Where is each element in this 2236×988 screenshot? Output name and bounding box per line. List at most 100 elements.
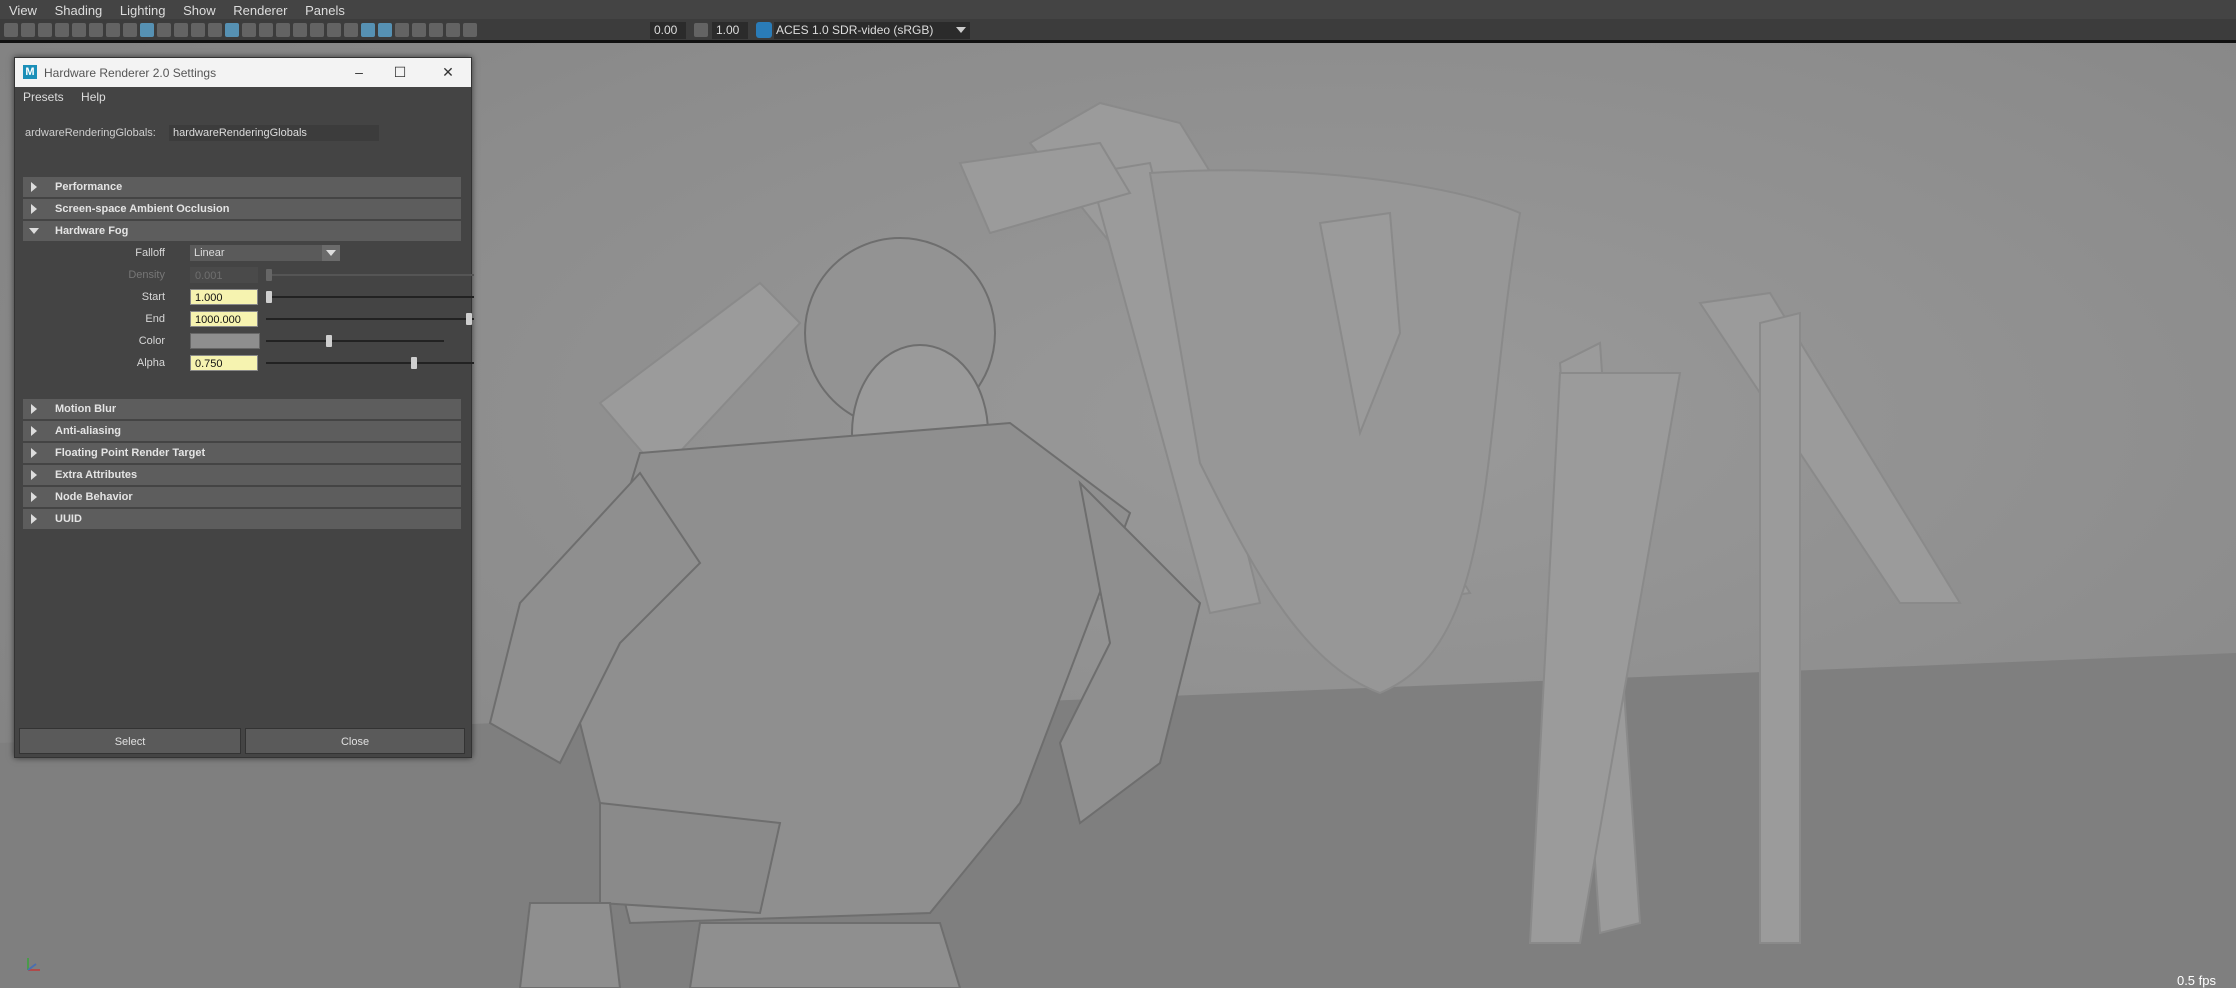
- section-uuid[interactable]: UUID: [23, 509, 461, 529]
- triangle-right-icon: [31, 514, 37, 524]
- wireframe-on-shaded-icon[interactable]: [259, 23, 273, 37]
- shadows-icon[interactable]: [310, 23, 324, 37]
- grease-pencil-icon[interactable]: [89, 23, 103, 37]
- menu-lighting[interactable]: Lighting: [111, 0, 166, 21]
- grid-icon[interactable]: [106, 23, 120, 37]
- close-icon[interactable]: ✕: [437, 61, 459, 83]
- section-motion-blur[interactable]: Motion Blur: [23, 399, 461, 419]
- section-node-behavior[interactable]: Node Behavior: [23, 487, 461, 507]
- section-performance[interactable]: Performance: [23, 177, 461, 197]
- viewport-toolbar: 0.00 1.00 ACES 1.0 SDR-video (sRGB): [0, 19, 2236, 43]
- depth-of-field-icon[interactable]: [378, 23, 392, 37]
- isolate-select-icon[interactable]: [395, 23, 409, 37]
- xray-components-icon[interactable]: [446, 23, 460, 37]
- color-slider-track: [266, 340, 444, 342]
- menu-shading[interactable]: Shading: [46, 0, 103, 21]
- select-button[interactable]: Select: [19, 728, 241, 754]
- gamma-field[interactable]: 1.00: [712, 22, 748, 39]
- color-label: Color: [138, 335, 165, 347]
- node-name-row: ardwareRenderingGlobals: hardwareRenderi…: [15, 107, 471, 151]
- section-label: Anti-aliasing: [55, 425, 122, 437]
- chevron-down-icon: [322, 245, 340, 261]
- screen-space-ao-icon[interactable]: [327, 23, 341, 37]
- alpha-slider-handle[interactable]: [411, 357, 417, 369]
- lighting-icon[interactable]: [293, 23, 307, 37]
- alpha-label: Alpha: [136, 357, 165, 369]
- default-material-icon[interactable]: [242, 23, 256, 37]
- minimize-icon[interactable]: –: [348, 61, 370, 83]
- close-button[interactable]: Close: [245, 728, 465, 754]
- character-hand: [518, 902, 622, 988]
- end-slider-handle[interactable]: [466, 313, 472, 325]
- triangle-right-icon: [31, 470, 37, 480]
- gamma-icon[interactable]: [694, 23, 708, 37]
- main-menubar: View Shading Lighting Show Renderer Pane…: [0, 0, 2236, 19]
- node-name-field[interactable]: hardwareRenderingGlobals: [169, 125, 379, 141]
- xray-icon[interactable]: [412, 23, 426, 37]
- end-field[interactable]: 1000.000: [190, 311, 258, 327]
- image-plane-icon[interactable]: [55, 23, 69, 37]
- anti-aliasing-icon[interactable]: [361, 23, 375, 37]
- character-pouches: [599, 801, 782, 915]
- resolution-gate-icon[interactable]: [140, 23, 154, 37]
- start-field[interactable]: 1.000: [190, 289, 258, 305]
- triangle-down-icon: [29, 228, 39, 234]
- smooth-shade-icon[interactable]: [225, 23, 239, 37]
- section-hardware-fog[interactable]: Hardware Fog: [23, 221, 461, 241]
- motion-blur-icon[interactable]: [344, 23, 358, 37]
- menu-panels[interactable]: Panels: [296, 0, 345, 21]
- film-gate-icon[interactable]: [123, 23, 137, 37]
- wireframe-icon[interactable]: [208, 23, 222, 37]
- start-slider-handle[interactable]: [266, 291, 272, 303]
- 2d-pan-icon[interactable]: [72, 23, 86, 37]
- menu-presets[interactable]: Presets: [23, 87, 64, 107]
- triangle-right-icon: [31, 204, 37, 214]
- color-slider-handle[interactable]: [326, 335, 332, 347]
- menu-view[interactable]: View: [0, 0, 37, 21]
- camera-attributes-icon[interactable]: [21, 23, 35, 37]
- exposure-icon[interactable]: [463, 23, 477, 37]
- section-anti-aliasing[interactable]: Anti-aliasing: [23, 421, 461, 441]
- end-slider-track: [266, 318, 474, 320]
- section-label: Node Behavior: [55, 491, 133, 503]
- field-chart-icon[interactable]: [174, 23, 188, 37]
- maximize-icon[interactable]: ☐: [389, 61, 411, 83]
- menu-help[interactable]: Help: [81, 87, 106, 107]
- triangle-right-icon: [31, 404, 37, 414]
- color-space-dropdown[interactable]: ACES 1.0 SDR-video (sRGB): [774, 22, 970, 39]
- section-ssao[interactable]: Screen-space Ambient Occlusion: [23, 199, 461, 219]
- fog-color-swatch[interactable]: [190, 333, 260, 349]
- xray-joints-icon[interactable]: [429, 23, 443, 37]
- alpha-field[interactable]: 0.750: [190, 355, 258, 371]
- section-extra-attributes[interactable]: Extra Attributes: [23, 465, 461, 485]
- exposure-field[interactable]: 0.00: [650, 22, 686, 39]
- menu-show[interactable]: Show: [174, 0, 216, 21]
- textured-icon[interactable]: [276, 23, 290, 37]
- color-management-icon[interactable]: [756, 22, 772, 38]
- density-slider-track: [266, 274, 474, 276]
- safe-action-icon[interactable]: [191, 23, 205, 37]
- falloff-value: Linear: [194, 247, 225, 259]
- falloff-label: Falloff: [135, 247, 165, 259]
- gate-mask-icon[interactable]: [157, 23, 171, 37]
- triangle-right-icon: [31, 426, 37, 436]
- bookmark-icon[interactable]: [38, 23, 52, 37]
- character-legs: [688, 922, 962, 988]
- window-titlebar[interactable]: M Hardware Renderer 2.0 Settings – ☐ ✕: [15, 58, 471, 87]
- menu-renderer[interactable]: Renderer: [224, 0, 287, 21]
- section-label: Performance: [55, 181, 123, 193]
- maya-logo-icon: M: [23, 65, 37, 79]
- section-label: Screen-space Ambient Occlusion: [55, 203, 230, 215]
- density-label: Density: [128, 269, 165, 281]
- camera-icon[interactable]: [4, 23, 18, 37]
- section-floating-point-render-target[interactable]: Floating Point Render Target: [23, 443, 461, 463]
- start-label: Start: [141, 291, 165, 303]
- section-label: Floating Point Render Target: [55, 447, 206, 459]
- triangle-right-icon: [31, 492, 37, 502]
- window-title: Hardware Renderer 2.0 Settings: [44, 66, 217, 80]
- chevron-down-icon: [956, 27, 966, 33]
- falloff-dropdown[interactable]: Linear: [190, 245, 340, 261]
- section-label: Extra Attributes: [55, 469, 138, 481]
- view-axis-icon: [27, 958, 40, 971]
- section-label: Motion Blur: [55, 403, 117, 415]
